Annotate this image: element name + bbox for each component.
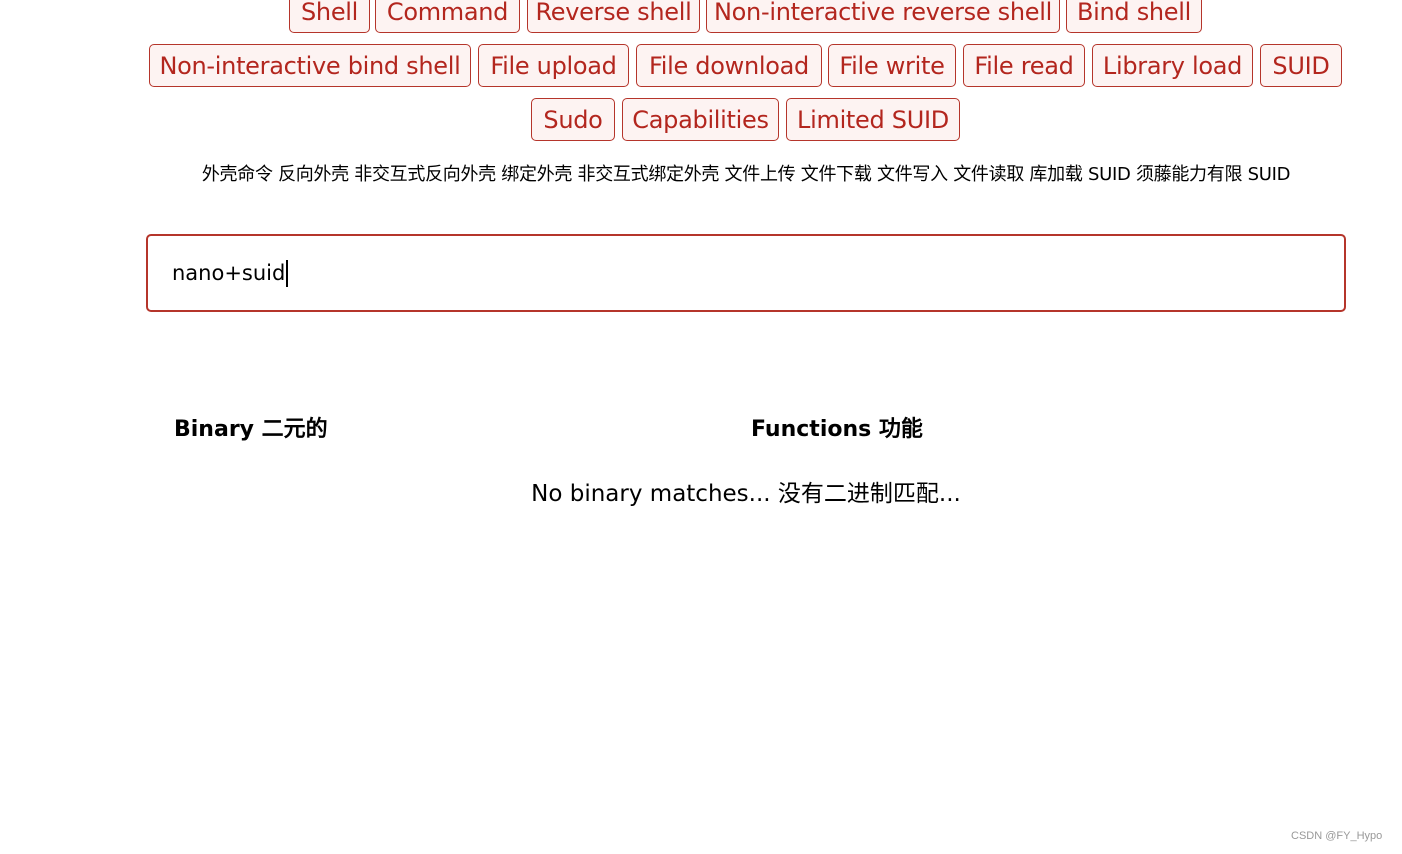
filter-file-upload-button[interactable]: File upload bbox=[478, 44, 629, 87]
filter-shell-button[interactable]: Shell bbox=[289, 0, 370, 33]
filters-translation: 外壳命令 反向外壳 非交互式反向外壳 绑定外壳 非交互式绑定外壳 文件上传 文件… bbox=[201, 164, 1291, 185]
no-results-message: No binary matches... 没有二进制匹配... bbox=[531, 481, 961, 507]
filter-non-interactive-reverse-shell-button[interactable]: Non-interactive reverse shell bbox=[706, 0, 1060, 33]
filter-file-write-button[interactable]: File write bbox=[828, 44, 956, 87]
filter-file-download-button[interactable]: File download bbox=[636, 44, 822, 87]
filter-limited-suid-button[interactable]: Limited SUID bbox=[786, 98, 960, 141]
watermark: CSDN @FY_Hypo bbox=[1291, 830, 1383, 842]
filter-non-interactive-bind-shell-button[interactable]: Non-interactive bind shell bbox=[149, 44, 471, 87]
filter-file-read-button[interactable]: File read bbox=[963, 44, 1085, 87]
filter-reverse-shell-button[interactable]: Reverse shell bbox=[527, 0, 700, 33]
search-input-value: nano+suid bbox=[172, 261, 286, 285]
text-caret bbox=[286, 259, 288, 287]
binary-column-header: Binary 二元的 bbox=[174, 417, 328, 442]
filter-suid-button[interactable]: SUID bbox=[1260, 44, 1342, 87]
filter-capabilities-button[interactable]: Capabilities bbox=[622, 98, 779, 141]
filter-bind-shell-button[interactable]: Bind shell bbox=[1066, 0, 1202, 33]
functions-column-header: Functions 功能 bbox=[751, 417, 923, 442]
filter-library-load-button[interactable]: Library load bbox=[1092, 44, 1253, 87]
filter-sudo-button[interactable]: Sudo bbox=[531, 98, 615, 141]
search-input[interactable]: nano+suid bbox=[146, 234, 1346, 312]
filter-command-button[interactable]: Command bbox=[375, 0, 520, 33]
